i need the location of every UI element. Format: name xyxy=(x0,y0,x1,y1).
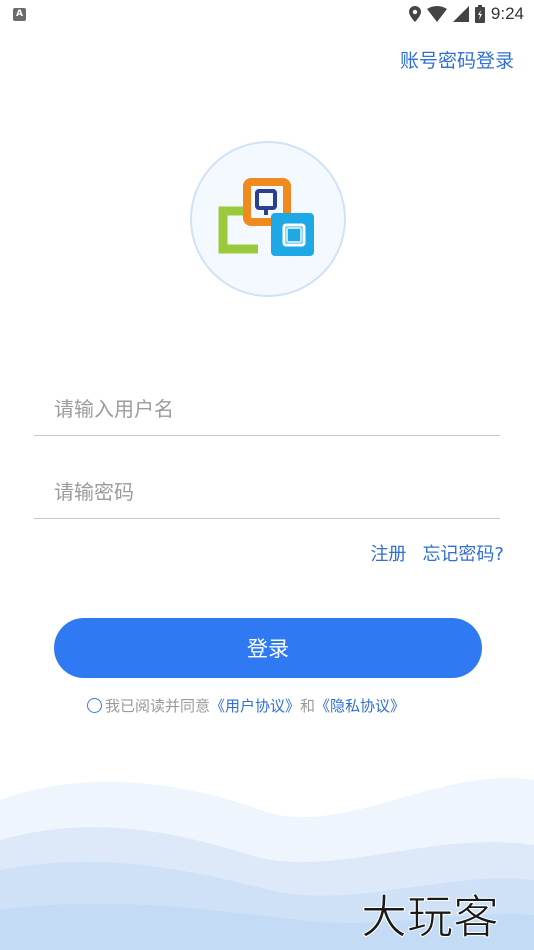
forgot-password-link[interactable]: 忘记密码? xyxy=(422,540,504,566)
location-icon xyxy=(408,6,421,22)
username-input[interactable] xyxy=(52,383,486,435)
agreement-and: 和 xyxy=(300,697,316,715)
status-time: 9:24 xyxy=(490,4,524,23)
status-icons: 9:24 xyxy=(408,3,524,25)
wifi-icon xyxy=(426,6,447,22)
svg-text:大玩客: 大玩客 xyxy=(361,890,499,944)
app-logo-icon xyxy=(218,178,314,256)
register-link[interactable]: 注册 xyxy=(370,540,406,566)
privacy-policy-link[interactable]: 《隐私协议》 xyxy=(315,695,405,716)
password-input[interactable] xyxy=(52,466,486,518)
auth-links: 注册 忘记密码? xyxy=(370,540,504,566)
login-button[interactable]: 登录 xyxy=(54,618,482,678)
status-app-icon: A xyxy=(13,8,26,21)
username-field xyxy=(34,383,500,436)
status-bar: A 9:24 xyxy=(0,0,534,28)
battery-icon xyxy=(474,5,485,23)
watermark-logo: 大玩客 xyxy=(361,890,500,945)
account-password-login-link[interactable]: 账号密码登录 xyxy=(400,46,514,73)
agreement-row: 我已阅读并同意 《用户协议》 和 《隐私协议》 xyxy=(87,695,405,716)
password-field xyxy=(34,466,500,519)
app-logo xyxy=(190,141,346,297)
cell-signal-icon xyxy=(452,6,469,22)
agreement-prefix: 我已阅读并同意 xyxy=(105,697,211,715)
user-agreement-link[interactable]: 《用户协议》 xyxy=(210,695,300,716)
agree-checkbox[interactable] xyxy=(87,698,102,713)
